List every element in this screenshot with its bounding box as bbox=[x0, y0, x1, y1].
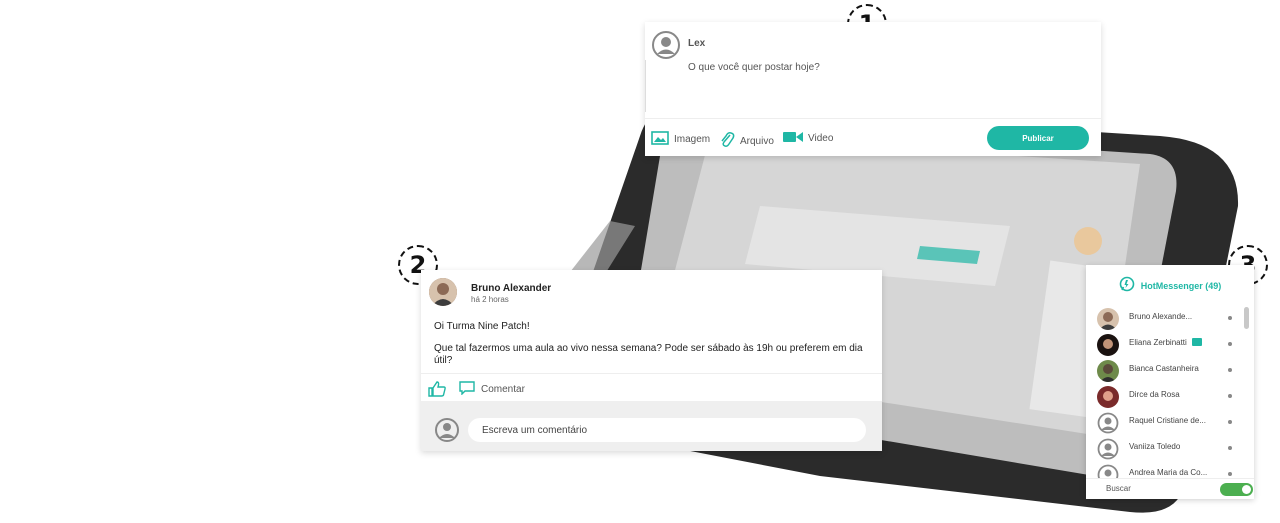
post-actions: Comentar bbox=[421, 373, 882, 402]
tool-image-label: Imagem bbox=[674, 134, 711, 145]
status-dot bbox=[1228, 316, 1232, 320]
status-dot bbox=[1228, 472, 1232, 476]
contact-avatar bbox=[1097, 386, 1119, 408]
composer-divider bbox=[645, 60, 646, 112]
contact-item[interactable]: Bruno Alexande... bbox=[1086, 305, 1241, 331]
comment-button-label: Comentar bbox=[481, 384, 525, 395]
composer-prompt[interactable]: O que você quer postar hoje? bbox=[688, 62, 820, 73]
status-dot bbox=[1228, 420, 1232, 424]
video-call-icon[interactable] bbox=[1191, 338, 1202, 346]
messenger-title: HotMessenger (49) bbox=[1140, 281, 1222, 291]
user-avatar-icon bbox=[651, 30, 681, 65]
contact-avatar bbox=[1097, 360, 1119, 382]
tool-file-label: Arquivo bbox=[740, 136, 774, 147]
contact-name: Eliana Zerbinatti bbox=[1129, 338, 1202, 347]
contact-name: Andrea Maria da Co... bbox=[1129, 468, 1208, 477]
contact-item[interactable]: Raquel Cristiane de... bbox=[1086, 409, 1241, 435]
contact-item[interactable]: Bianca Castanheira bbox=[1086, 357, 1241, 383]
contact-avatar bbox=[1097, 308, 1119, 330]
contact-list: Bruno Alexande... Eliana Zerbinatti Bian… bbox=[1086, 305, 1241, 487]
status-dot bbox=[1228, 368, 1232, 372]
contact-name: Bruno Alexande... bbox=[1129, 312, 1193, 321]
composer-user-name: Lex bbox=[688, 38, 706, 49]
messenger-search[interactable]: Buscar bbox=[1106, 484, 1131, 493]
paperclip-icon bbox=[719, 131, 735, 152]
comment-input[interactable] bbox=[468, 418, 866, 442]
comment-button[interactable]: Comentar bbox=[459, 381, 525, 398]
contact-item[interactable]: Dirce da Rosa bbox=[1086, 383, 1241, 409]
contact-item[interactable]: Eliana Zerbinatti bbox=[1086, 331, 1241, 357]
online-status-toggle[interactable] bbox=[1220, 483, 1253, 496]
composer-toolbar: Imagem Arquivo Video Publicar bbox=[645, 118, 1101, 157]
messenger-footer: Buscar bbox=[1086, 478, 1254, 499]
like-icon[interactable] bbox=[428, 381, 446, 402]
contact-list-scrollbar[interactable] bbox=[1244, 307, 1249, 329]
messenger-chat-icon bbox=[1119, 276, 1135, 297]
contact-item[interactable]: Vaniiza Toledo bbox=[1086, 435, 1241, 461]
messenger-header[interactable]: HotMessenger (49) bbox=[1086, 275, 1254, 297]
contact-avatar bbox=[1097, 334, 1119, 356]
contact-name: Raquel Cristiane de... bbox=[1129, 416, 1206, 425]
image-icon bbox=[651, 131, 669, 148]
feed-post-card: Bruno Alexander há 2 horas Oi Turma Nine… bbox=[421, 270, 882, 451]
contact-avatar-placeholder-icon bbox=[1097, 412, 1119, 434]
status-dot bbox=[1228, 342, 1232, 346]
contact-name: Bianca Castanheira bbox=[1129, 364, 1199, 373]
tool-video-label: Video bbox=[808, 133, 834, 144]
contact-name: Vaniiza Toledo bbox=[1129, 442, 1181, 451]
status-dot bbox=[1228, 446, 1232, 450]
commenter-avatar-icon bbox=[434, 417, 460, 448]
publish-button[interactable]: Publicar bbox=[987, 126, 1089, 150]
post-greeting: Oi Turma Nine Patch! bbox=[434, 321, 530, 332]
comment-bubble-icon bbox=[459, 381, 475, 398]
contact-avatar-placeholder-icon bbox=[1097, 438, 1119, 460]
post-timestamp: há 2 horas bbox=[471, 295, 509, 304]
comment-area bbox=[421, 401, 882, 451]
status-dot bbox=[1228, 394, 1232, 398]
post-author-name[interactable]: Bruno Alexander bbox=[471, 283, 551, 294]
post-composer-card: Lex O que você quer postar hoje? Imagem … bbox=[645, 22, 1101, 156]
contact-name: Dirce da Rosa bbox=[1129, 390, 1180, 399]
post-author-avatar[interactable] bbox=[429, 278, 457, 306]
tool-image-button[interactable]: Imagem bbox=[651, 131, 710, 148]
post-body: Que tal fazermos uma aula ao vivo nessa … bbox=[434, 343, 863, 366]
tool-file-button[interactable]: Arquivo bbox=[719, 131, 774, 152]
tool-video-button[interactable]: Video bbox=[783, 131, 833, 146]
messenger-panel: HotMessenger (49) Bruno Alexande... Elia… bbox=[1086, 265, 1254, 499]
video-camera-icon bbox=[783, 131, 803, 146]
